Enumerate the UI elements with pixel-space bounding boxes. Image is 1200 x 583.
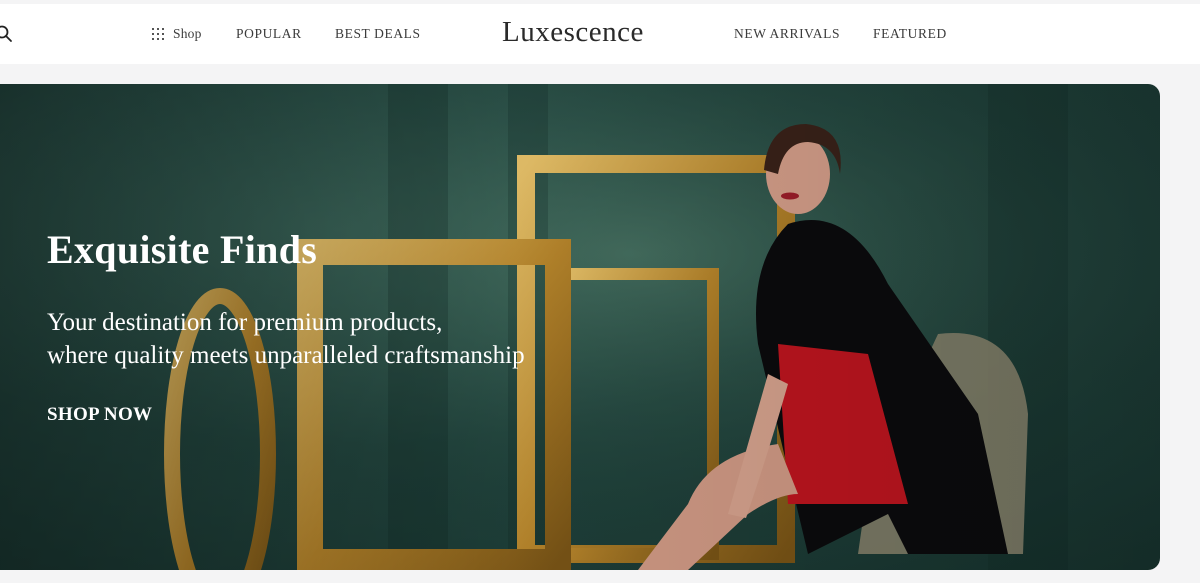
- nav-shop-link[interactable]: Shop: [152, 26, 202, 42]
- hero-subtitle: Your destination for premium products, w…: [47, 306, 525, 372]
- site-header: Shop POPULAR BEST DEALS Luxescence NEW A…: [0, 4, 1200, 64]
- brand-logo[interactable]: Luxescence: [502, 16, 644, 49]
- grid-icon: [152, 28, 164, 40]
- hero-title: Exquisite Finds: [47, 227, 318, 272]
- nav-best-deals-link[interactable]: BEST DEALS: [335, 26, 421, 42]
- hero-banner: Exquisite Finds Your destination for pre…: [0, 84, 1160, 570]
- search-icon[interactable]: [0, 24, 14, 44]
- nav-popular-link[interactable]: POPULAR: [236, 26, 302, 42]
- hero-subtitle-line-1: Your destination for premium products,: [47, 309, 443, 336]
- hero-subtitle-line-2: where quality meets unparalleled craftsm…: [47, 342, 525, 369]
- nav-new-arrivals-link[interactable]: NEW ARRIVALS: [734, 26, 840, 42]
- nav-shop-label: Shop: [173, 26, 202, 41]
- shop-now-button[interactable]: SHOP NOW: [47, 404, 152, 426]
- nav-featured-link[interactable]: FEATURED: [873, 26, 947, 42]
